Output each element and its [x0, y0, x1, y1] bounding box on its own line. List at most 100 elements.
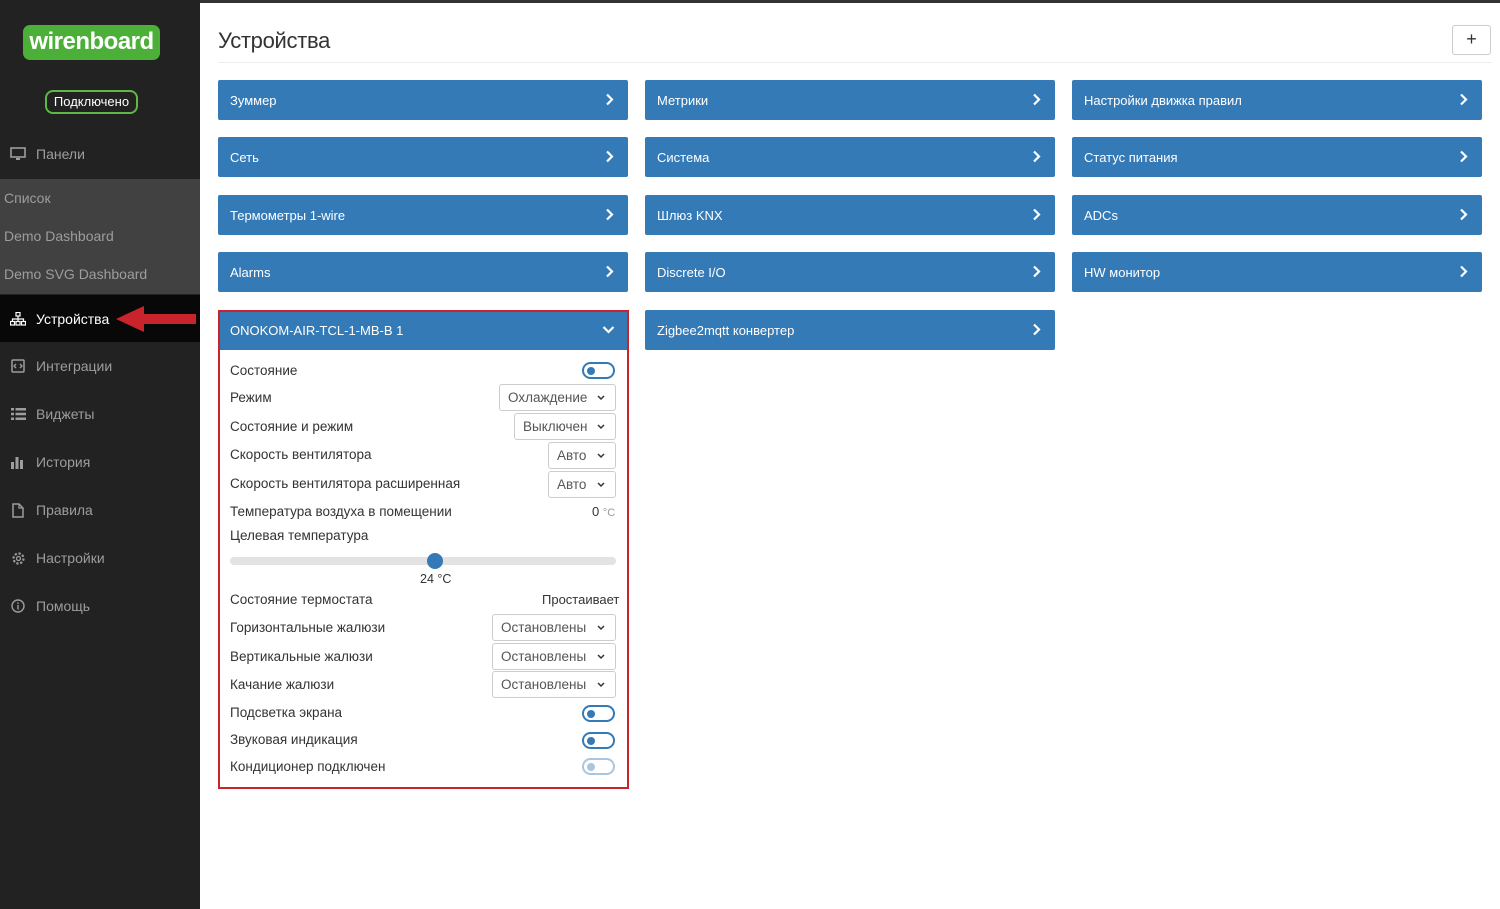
device-card-discrete-io[interactable]: Discrete I/O — [645, 252, 1055, 292]
device-card-zigbee2mqtt[interactable]: Zigbee2mqtt конвертер — [645, 310, 1055, 350]
chevron-down-icon — [597, 625, 605, 631]
sidebar-item-label: Настройки — [36, 550, 105, 566]
room-temp-value: 0 °C — [592, 504, 615, 519]
list-icon — [0, 408, 36, 420]
ac-connected-toggle — [582, 758, 615, 775]
thermostat-state-label: Состояние термостата — [230, 592, 373, 607]
target-temp-slider-track[interactable] — [230, 557, 616, 565]
state-toggle[interactable] — [582, 362, 615, 379]
thermostat-state-value: Простаивает — [542, 592, 620, 607]
wirenboard-logo[interactable]: wirenboard — [23, 25, 160, 60]
submenu-item-demo-svg-dashboard[interactable]: Demo SVG Dashboard — [4, 266, 147, 282]
backlight-toggle[interactable] — [582, 705, 615, 722]
sidebar-item-history[interactable]: История — [0, 442, 200, 482]
chevron-right-icon — [1033, 150, 1041, 163]
chevron-down-icon — [597, 682, 605, 688]
sidebar-item-settings[interactable]: Настройки — [0, 538, 200, 578]
device-card-label: Система — [657, 149, 710, 165]
chevron-right-icon — [606, 265, 614, 278]
chevron-right-icon — [1033, 208, 1041, 221]
chevron-right-icon — [1460, 150, 1468, 163]
vertical-blinds-select-value: Остановлены — [501, 649, 587, 664]
horizontal-blinds-label: Горизонтальные жалюзи — [230, 620, 386, 635]
ac-connected-label: Кондиционер подключен — [230, 759, 386, 774]
fan-speed-label: Скорость вентилятора — [230, 447, 372, 462]
room-temp-label: Температура воздуха в помещении — [230, 504, 452, 519]
mode-select[interactable]: Охлаждение — [499, 384, 616, 411]
chevron-down-icon — [597, 395, 605, 401]
chevron-down-icon — [602, 326, 615, 334]
page-title: Устройства — [218, 28, 331, 53]
vertical-blinds-select[interactable]: Остановлены — [492, 643, 616, 670]
top-border — [200, 0, 1500, 3]
connection-status-badge: Подключено — [45, 90, 138, 114]
fan-speed-ext-select[interactable]: Авто — [548, 471, 616, 498]
chevron-right-icon — [606, 208, 614, 221]
state-mode-select-value: Выключен — [523, 419, 588, 434]
horizontal-blinds-select-value: Остановлены — [501, 620, 587, 635]
device-card-label: Шлюз KNX — [657, 207, 723, 223]
integration-icon — [0, 359, 36, 373]
fan-speed-select[interactable]: Авто — [548, 442, 616, 469]
device-panel-onokom: ONOKOM-AIR-TCL-1-MB-B 1 Состояние Режим … — [218, 310, 629, 789]
chevron-down-icon — [597, 424, 605, 430]
state-mode-select[interactable]: Выключен — [514, 413, 616, 440]
submenu-item-demo-dashboard[interactable]: Demo Dashboard — [4, 228, 114, 244]
device-card-power-status[interactable]: Статус питания — [1072, 137, 1482, 177]
toggle-knob — [587, 736, 595, 745]
blinds-swing-select-value: Остановлены — [501, 677, 587, 692]
sidebar-item-integrations[interactable]: Интеграции — [0, 346, 200, 386]
add-button[interactable]: + — [1452, 25, 1491, 55]
device-card-metrics[interactable]: Метрики — [645, 80, 1055, 120]
chevron-right-icon — [606, 93, 614, 106]
sidebar-item-label: Интеграции — [36, 358, 113, 374]
toggle-knob — [587, 762, 595, 771]
target-temp-slider-handle[interactable] — [426, 553, 443, 569]
device-card-label: Термометры 1-wire — [230, 207, 346, 223]
sidebar-item-rules[interactable]: Правила — [0, 490, 200, 530]
device-card-alarms[interactable]: Alarms — [218, 252, 628, 292]
fan-speed-select-value: Авто — [557, 448, 587, 463]
title-divider — [218, 62, 1492, 63]
sidebar-item-label: Правила — [36, 502, 93, 518]
blinds-swing-label: Качание жалюзи — [230, 677, 335, 692]
device-card-label: Alarms — [230, 264, 271, 280]
blinds-swing-select[interactable]: Остановлены — [492, 671, 616, 698]
sidebar-item-panels[interactable]: Панели — [0, 134, 200, 174]
horizontal-blinds-select[interactable]: Остановлены — [492, 614, 616, 641]
device-card-hw-monitor[interactable]: HW монитор — [1072, 252, 1482, 292]
submenu-item-list[interactable]: Список — [4, 190, 51, 206]
device-card-label: HW монитор — [1084, 264, 1161, 280]
sound-indication-toggle[interactable] — [582, 732, 615, 749]
chevron-right-icon — [1033, 93, 1041, 106]
state-label: Состояние — [230, 363, 298, 378]
device-panel-header[interactable]: ONOKOM-AIR-TCL-1-MB-B 1 — [220, 312, 627, 350]
target-temp-label: Целевая температура — [230, 528, 369, 543]
device-card-label: Сеть — [230, 149, 259, 165]
chevron-right-icon — [606, 150, 614, 163]
sidebar-item-label: Виджеты — [36, 406, 95, 422]
device-card-knx[interactable]: Шлюз KNX — [645, 195, 1055, 235]
sidebar: wirenboard Подключено Панели Список Demo… — [0, 0, 200, 909]
device-card-adcs[interactable]: ADCs — [1072, 195, 1482, 235]
device-card-buzzer[interactable]: Зуммер — [218, 80, 628, 120]
device-card-rule-engine[interactable]: Настройки движка правил — [1072, 80, 1482, 120]
device-card-1wire[interactable]: Термометры 1-wire — [218, 195, 628, 235]
sidebar-item-help[interactable]: Помощь — [0, 586, 200, 626]
sidebar-item-widgets[interactable]: Виджеты — [0, 394, 200, 434]
device-card-label: Метрики — [657, 92, 709, 108]
device-card-network[interactable]: Сеть — [218, 137, 628, 177]
sidebar-item-label: История — [36, 454, 91, 470]
toggle-knob — [587, 366, 595, 375]
device-card-system[interactable]: Система — [645, 137, 1055, 177]
sitemap-icon — [0, 311, 36, 326]
device-card-label: Статус питания — [1084, 149, 1178, 165]
gear-icon — [0, 551, 36, 566]
chevron-down-icon — [597, 654, 605, 660]
device-card-label: ADCs — [1084, 207, 1118, 223]
device-panel-title: ONOKOM-AIR-TCL-1-MB-B 1 — [230, 323, 404, 338]
state-mode-label: Состояние и режим — [230, 419, 354, 434]
chevron-right-icon — [1460, 265, 1468, 278]
file-icon — [0, 502, 36, 518]
sidebar-item-label: Помощь — [36, 598, 91, 614]
